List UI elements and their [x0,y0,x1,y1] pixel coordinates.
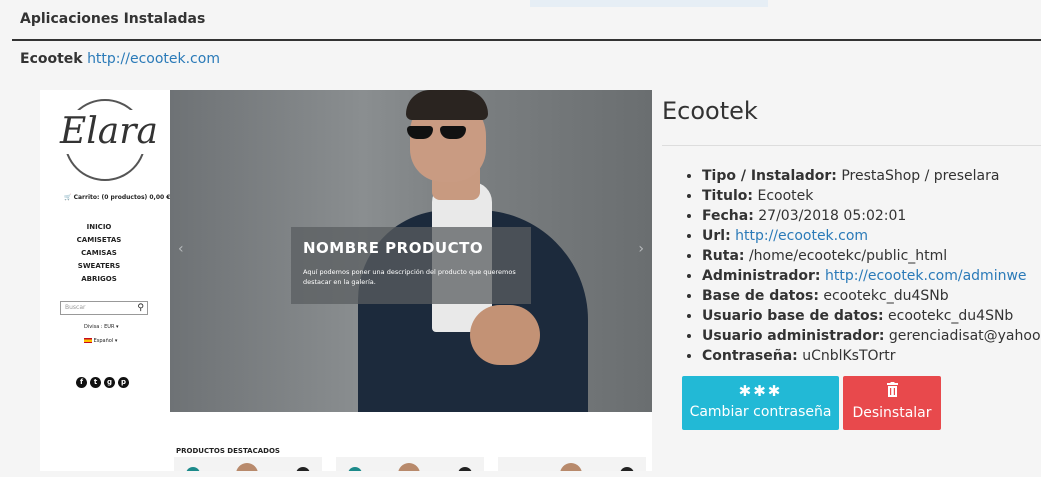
preview-menu-item: CAMISETAS [76,236,122,244]
chevron-down-icon: ▾ [116,324,119,330]
preview-search: Buscar ⚲ [60,301,148,315]
flag-icon [84,338,92,343]
uninstall-button[interactable]: Desinstalar [843,376,941,430]
facebook-icon: f [76,377,87,388]
google-plus-icon: g [104,377,115,388]
preview-cart: 🛒 Carrito: (0 productos) 0,00 € [64,194,170,201]
detail-path: Ruta: /home/ecootekc/public_html [702,246,1041,266]
uninstall-label: Desinstalar [852,405,932,421]
preview-currency: Divisa : EUR ▾ [84,324,119,330]
detail-database: Base de datos: ecootekc_du4SNb [702,286,1041,306]
cart-icon: 🛒 [64,194,72,201]
top-strip [530,0,768,7]
preview-product-thumb [174,457,322,471]
detail-title: Titulo: Ecootek [702,186,1041,206]
pinterest-icon: p [118,377,129,388]
panel-title: Aplicaciones Instaladas [20,11,206,27]
hero-caption-title: NOMBRE PRODUCTO [303,239,484,257]
preview-product-thumb [498,457,646,471]
currency-text: Divisa : EUR [84,324,115,330]
app-name: Ecootek [20,51,83,67]
hero-caption-description: Aquí podemos poner una descripción del p… [303,268,516,286]
change-password-button[interactable]: ✱✱✱ Cambiar contraseña [682,376,839,430]
title-divider [12,39,1041,41]
app-url-link[interactable]: http://ecootek.com [87,51,220,67]
language-text: Español [93,338,114,344]
detail-admin: Administrador: http://ecootek.com/adminw… [702,266,1041,286]
detail-password: Contraseña: uCnblKsTOrtr [702,346,1041,366]
chevron-left-icon: ‹ [178,241,184,257]
app-header: Ecootek http://ecootek.com [20,51,220,67]
preview-menu: INICIO CAMISETAS CAMISAS SWEATERS ABRIGO… [40,221,158,286]
detail-admin-user: Usuario administrador: gerenciadisat@yah… [702,326,1041,346]
detail-date: Fecha: 27/03/2018 05:02:01 [702,206,1041,226]
preview-hero: ‹ › NOMBRE PRODUCTO Aquí podemos poner u… [170,90,652,412]
trash-icon [843,382,941,401]
hero-caption: NOMBRE PRODUCTO Aquí podemos poner una d… [291,227,531,304]
preview-menu-item: INICIO [86,223,112,231]
cart-text: Carrito: (0 productos) 0,00 € [73,194,171,201]
details-title: Ecootek [662,97,758,125]
hero-model-sunglasses [407,126,469,140]
detail-installer: Tipo / Instalador: PrestaShop / preselar… [702,166,1041,186]
details-list: Tipo / Instalador: PrestaShop / preselar… [684,166,1041,366]
twitter-icon: t [90,377,101,388]
preview-menu-item: SWEATERS [77,262,121,270]
preview-menu-item: ABRIGOS [81,275,117,283]
site-preview-image: Elara 🛒 Carrito: (0 productos) 0,00 € IN… [40,90,652,471]
hero-model-hair [406,90,488,120]
chevron-right-icon: › [638,241,644,257]
preview-featured-heading: PRODUCTOS DESTACADOS [176,447,280,455]
asterisks-icon: ✱✱✱ [738,382,783,400]
preview-logo: Elara [60,110,158,154]
chevron-down-icon: ▾ [114,338,118,344]
detail-url-link[interactable]: http://ecootek.com [735,228,868,244]
details-divider [662,145,1041,146]
hero-model-hand [470,305,540,365]
preview-menu-item: CAMISAS [81,249,117,257]
change-password-label: Cambiar contraseña [689,404,832,420]
detail-admin-link[interactable]: http://ecootek.com/adminwe [825,268,1027,284]
preview-language: Español ▾ [84,338,117,344]
preview-product-thumb [336,457,484,471]
search-icon: ⚲ [137,303,144,313]
preview-sidebar: Elara 🛒 Carrito: (0 productos) 0,00 € IN… [40,90,170,471]
preview-search-placeholder: Buscar [65,304,86,311]
detail-url: Url: http://ecootek.com [702,226,1041,246]
detail-db-user: Usuario base de datos: ecootekc_du4SNb [702,306,1041,326]
preview-social-icons: ftgp [76,369,132,388]
